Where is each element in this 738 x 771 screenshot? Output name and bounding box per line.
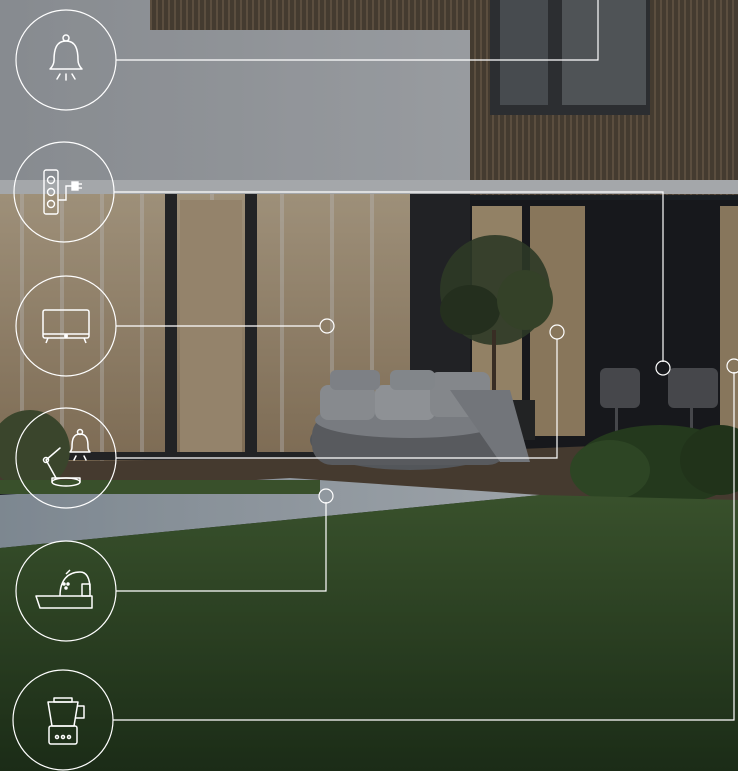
connector-kettle [116,502,327,592]
bell-icon [49,34,83,81]
icon-ring-power-strip [13,141,115,243]
endpoint-tv [319,318,335,334]
smart-home-scene [0,0,738,771]
connector-blender [113,372,735,721]
icon-ring-bell [15,9,117,111]
icon-ring-lamp [15,407,117,509]
power-strip-icon [43,169,82,215]
desk-lamp-bell-icon [42,428,91,487]
endpoint-power-strip [655,360,671,376]
blender-icon [47,697,85,745]
icon-ring-blender [12,669,114,771]
connector-lamp [116,339,558,459]
connector-power-strip [114,191,664,362]
endpoint-kettle [318,488,334,504]
icon-ring-tv [15,275,117,377]
endpoint-lamp [549,324,565,340]
icon-ring-kettle [15,540,117,642]
tv-icon [42,309,90,344]
endpoint-blender [726,358,738,374]
device-overlay [12,0,738,771]
kettle-icon [35,569,93,609]
connector-bell [116,0,599,61]
